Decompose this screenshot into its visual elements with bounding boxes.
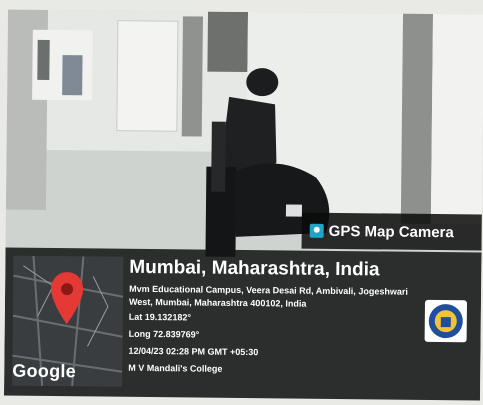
map-thumbnail: Google — [12, 255, 124, 387]
geotagged-photo: GPS Map Camera Google Mumbai, Maharashtr… — [3, 9, 483, 401]
google-attribution: Google — [12, 360, 77, 382]
college-logo-icon — [424, 299, 468, 343]
badge-label: GPS Map Camera — [328, 222, 454, 241]
gps-map-camera-badge: GPS Map Camera — [301, 212, 482, 251]
gps-map-camera-icon — [309, 223, 324, 238]
location-info: Mumbai, Maharashtra, India Mvm Education… — [128, 257, 419, 380]
note: M V Mandali's College — [128, 362, 223, 374]
location-panel: Google Mumbai, Maharashtra, India Mvm Ed… — [3, 247, 482, 401]
city-title: Mumbai, Maharashtra, India — [129, 256, 380, 281]
address-text: Mvm Educational Campus, Veera Desai Rd, … — [128, 283, 408, 309]
map-pin-icon — [51, 272, 84, 325]
